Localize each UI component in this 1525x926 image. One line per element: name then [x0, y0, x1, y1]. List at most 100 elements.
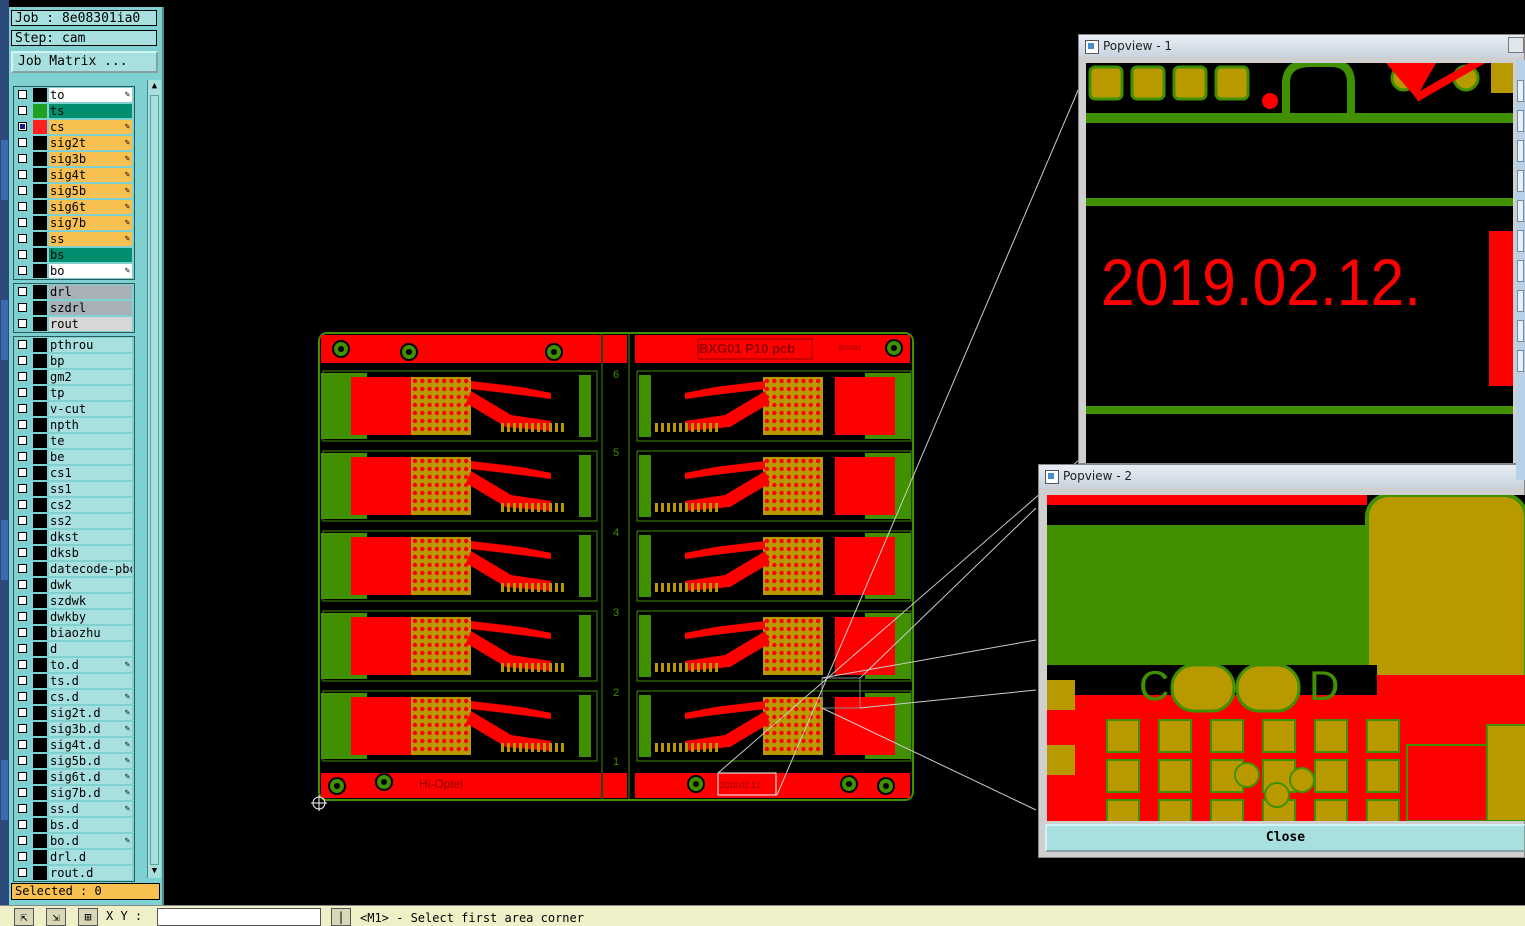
layer-checkbox[interactable]	[18, 532, 27, 541]
layer-checkbox[interactable]	[18, 303, 27, 312]
layer-row-cs[interactable]: cs ✎	[14, 119, 134, 135]
layer-checkbox[interactable]	[18, 468, 27, 477]
layer-checkbox[interactable]	[18, 580, 27, 589]
layer-checkbox[interactable]	[18, 660, 27, 669]
layer-checkbox[interactable]	[18, 266, 27, 275]
layer-row-ts[interactable]: ts	[14, 103, 134, 119]
layer-name[interactable]: d	[49, 642, 132, 656]
layer-color-swatch[interactable]	[33, 482, 47, 496]
layer-color-swatch[interactable]	[33, 216, 47, 230]
layer-color-swatch[interactable]	[33, 818, 47, 832]
layer-checkbox[interactable]	[18, 287, 27, 296]
layer-checkbox[interactable]	[18, 356, 27, 365]
layer-checkbox[interactable]	[18, 868, 27, 877]
layer-checkbox[interactable]	[18, 500, 27, 509]
zoom-area-icon[interactable]: ⇱	[14, 908, 34, 926]
layer-row-sig4t[interactable]: sig4t ✎	[14, 167, 134, 183]
layer-row-drl[interactable]: drl	[14, 284, 134, 300]
layer-row-rout[interactable]: rout	[14, 316, 134, 332]
layer-color-swatch[interactable]	[33, 786, 47, 800]
layer-name[interactable]: ss1	[49, 482, 132, 496]
layer-name[interactable]: sig5b.d ✎	[49, 754, 132, 768]
layer-checkbox[interactable]	[18, 250, 27, 259]
layer-checkbox[interactable]	[18, 388, 27, 397]
layer-checkbox[interactable]	[18, 740, 27, 749]
layer-color-swatch[interactable]	[33, 498, 47, 512]
layer-color-swatch[interactable]	[33, 626, 47, 640]
layer-checkbox[interactable]	[18, 452, 27, 461]
layer-checkbox[interactable]	[18, 484, 27, 493]
layer-name[interactable]: drl	[49, 285, 132, 299]
layer-row-rout.d[interactable]: rout.d	[14, 865, 134, 881]
layer-checkbox[interactable]	[18, 319, 27, 328]
layer-row-sig2t.d[interactable]: sig2t.d ✎	[14, 705, 134, 721]
layer-row-ts.d[interactable]: ts.d	[14, 673, 134, 689]
layer-color-swatch[interactable]	[33, 386, 47, 400]
layer-color-swatch[interactable]	[33, 120, 47, 134]
layer-color-swatch[interactable]	[33, 850, 47, 864]
layer-row-bo[interactable]: bo ✎	[14, 263, 134, 279]
layer-name[interactable]: cs.d ✎	[49, 690, 132, 704]
layer-row-to[interactable]: to ✎	[14, 87, 134, 103]
layer-checkbox[interactable]	[18, 106, 27, 115]
layer-row-bo.d[interactable]: bo.d ✎	[14, 833, 134, 849]
layer-row-biaozhu[interactable]: biaozhu	[14, 625, 134, 641]
layer-checkbox[interactable]	[18, 852, 27, 861]
layer-row-ss.d[interactable]: ss.d ✎	[14, 801, 134, 817]
layer-checkbox[interactable]	[18, 788, 27, 797]
layer-name[interactable]: to ✎	[49, 88, 132, 102]
layer-name[interactable]: cs2	[49, 498, 132, 512]
layer-name[interactable]: sig3b.d ✎	[49, 722, 132, 736]
layer-name[interactable]: sig6t.d ✎	[49, 770, 132, 784]
layer-row-sig4t.d[interactable]: sig4t.d ✎	[14, 737, 134, 753]
popview-2-content[interactable]: CD	[1047, 495, 1525, 821]
layer-checkbox[interactable]	[18, 692, 27, 701]
layer-checkbox[interactable]	[18, 170, 27, 179]
layer-color-swatch[interactable]	[33, 674, 47, 688]
layer-checkbox[interactable]	[18, 548, 27, 557]
minimize-icon[interactable]	[1508, 37, 1524, 53]
layer-checkbox[interactable]	[18, 708, 27, 717]
layer-name[interactable]: ts.d	[49, 674, 132, 688]
layer-name[interactable]: ss ✎	[49, 232, 132, 246]
layer-row-szdrl[interactable]: szdrl	[14, 300, 134, 316]
layer-color-swatch[interactable]	[33, 104, 47, 118]
layer-checkbox[interactable]	[18, 836, 27, 845]
layer-row-ss[interactable]: ss ✎	[14, 231, 134, 247]
layer-checkbox[interactable]	[18, 644, 27, 653]
layer-checkbox[interactable]	[18, 218, 27, 227]
layer-checkbox[interactable]	[18, 202, 27, 211]
layer-name[interactable]: sig6t ✎	[49, 200, 132, 214]
layer-name[interactable]: bp	[49, 354, 132, 368]
layer-row-dkst[interactable]: dkst	[14, 529, 134, 545]
scroll-down-icon[interactable]: ▼	[148, 865, 161, 878]
layer-row-to.d[interactable]: to.d ✎	[14, 657, 134, 673]
layer-row-ss1[interactable]: ss1	[14, 481, 134, 497]
layer-name[interactable]: sig2t ✎	[49, 136, 132, 150]
layer-row-dwk[interactable]: dwk	[14, 577, 134, 593]
layer-row-sig5b.d[interactable]: sig5b.d ✎	[14, 753, 134, 769]
layer-row-pthrou[interactable]: pthrou	[14, 337, 134, 353]
layer-row-datecode-pbo[interactable]: datecode-pbo	[14, 561, 134, 577]
layer-name[interactable]: szdrl	[49, 301, 132, 315]
layer-name[interactable]: sig4t.d ✎	[49, 738, 132, 752]
layer-color-swatch[interactable]	[33, 738, 47, 752]
layer-color-swatch[interactable]	[33, 200, 47, 214]
layer-list-scrollbar[interactable]: ▲ ▼	[147, 80, 161, 878]
layer-name[interactable]: tp	[49, 386, 132, 400]
layer-row-sig3b.d[interactable]: sig3b.d ✎	[14, 721, 134, 737]
layer-name[interactable]: to.d ✎	[49, 658, 132, 672]
layer-checkbox[interactable]	[18, 122, 27, 131]
layer-color-swatch[interactable]	[33, 722, 47, 736]
layer-checkbox[interactable]	[18, 676, 27, 685]
scroll-thumb[interactable]	[150, 95, 159, 865]
layer-row-cs1[interactable]: cs1	[14, 465, 134, 481]
scroll-up-icon[interactable]: ▲	[148, 80, 161, 93]
layer-color-swatch[interactable]	[33, 418, 47, 432]
layer-name[interactable]: dwkby	[49, 610, 132, 624]
layer-color-swatch[interactable]	[33, 88, 47, 102]
layer-checkbox[interactable]	[18, 724, 27, 733]
job-matrix-button[interactable]: Job Matrix ...	[11, 51, 158, 73]
layer-checkbox[interactable]	[18, 820, 27, 829]
layer-color-swatch[interactable]	[33, 184, 47, 198]
